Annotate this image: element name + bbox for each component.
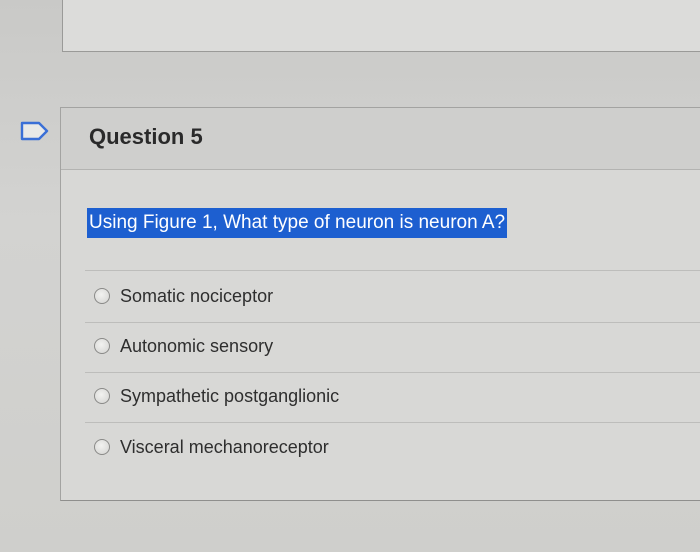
radio-button-icon[interactable] — [94, 388, 110, 404]
option-label: Visceral mechanoreceptor — [120, 436, 329, 457]
divider — [85, 322, 700, 323]
question-title: Question 5 — [89, 124, 203, 149]
answer-option-sympathetic-postganglionic[interactable]: Sympathetic postganglionic — [94, 382, 339, 410]
answer-option-autonomic-sensory[interactable]: Autonomic sensory — [94, 332, 273, 360]
divider — [85, 372, 700, 373]
radio-button-icon[interactable] — [94, 288, 110, 304]
option-label: Autonomic sensory — [120, 335, 274, 356]
option-label: Sympathetic postganglionic — [120, 385, 340, 406]
divider — [85, 422, 700, 423]
option-label: Somatic nociceptor — [120, 285, 274, 306]
answer-option-somatic-nociceptor[interactable]: Somatic nociceptor — [94, 282, 273, 310]
flag-icon[interactable] — [20, 120, 50, 142]
radio-button-icon[interactable] — [94, 439, 110, 455]
divider — [85, 270, 700, 271]
previous-question-card — [62, 0, 700, 52]
answer-option-visceral-mechanoreceptor[interactable]: Visceral mechanoreceptor — [94, 433, 329, 461]
radio-button-icon[interactable] — [94, 338, 110, 354]
question-prompt: Using Figure 1, What type of neuron is n… — [87, 208, 508, 238]
question-header: Question 5 — [61, 108, 700, 170]
